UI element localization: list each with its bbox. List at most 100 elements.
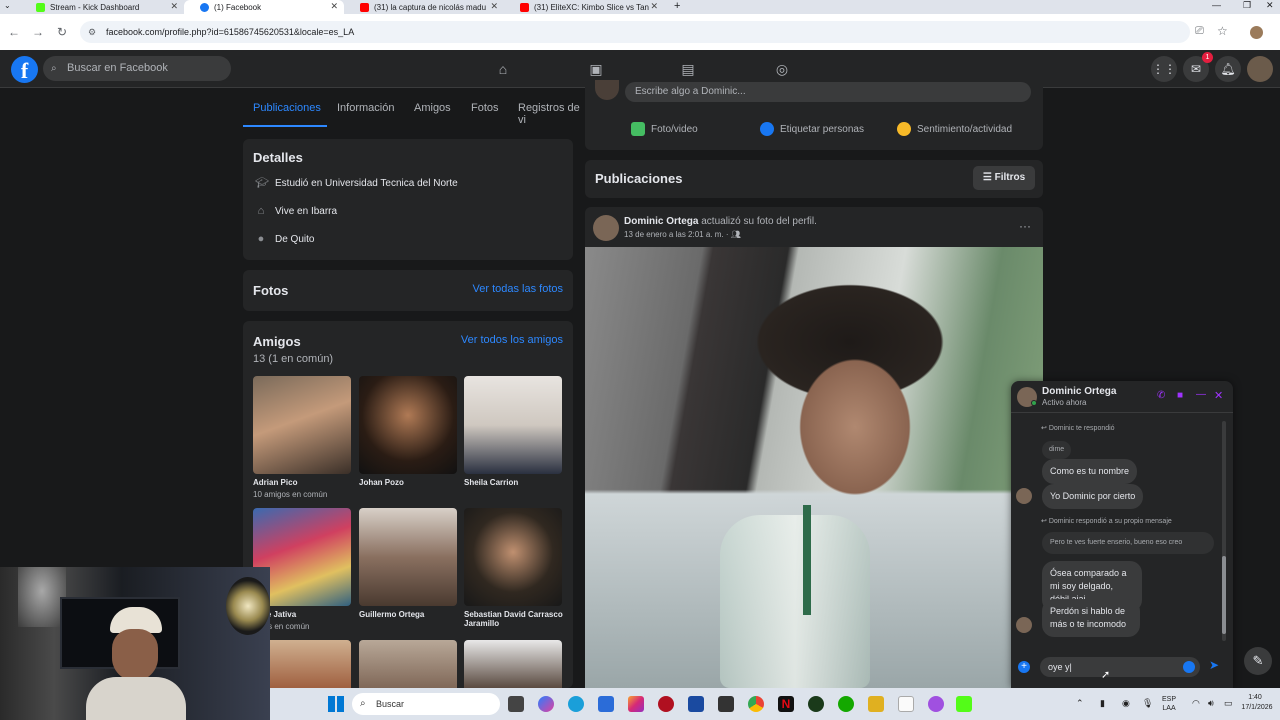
forward-icon[interactable]: →: [26, 25, 50, 39]
battery-icon[interactable]: ▭: [1224, 698, 1233, 709]
close-icon[interactable]: ✕: [330, 1, 338, 12]
tab-youtube-captura[interactable]: (31) la captura de nicolás madu ✕: [344, 0, 504, 14]
app-yellow-icon[interactable]: [868, 696, 884, 712]
copilot-icon[interactable]: [538, 696, 554, 712]
chat-scrollbar-thumb[interactable]: [1222, 556, 1226, 634]
marketplace-icon[interactable]: ▤: [679, 60, 697, 78]
close-icon[interactable]: ✕: [650, 1, 658, 12]
friend-name[interactable]: Adrian Pico: [253, 478, 353, 487]
groups-icon[interactable]: ◎: [773, 60, 791, 78]
friend-photo[interactable]: [359, 640, 457, 688]
close-chat-icon[interactable]: ✕: [1214, 389, 1223, 402]
menu-grid-icon[interactable]: ⋮⋮: [1151, 56, 1177, 82]
detail-text[interactable]: Estudió en Universidad Tecnica del Norte: [275, 178, 458, 189]
filters-button[interactable]: ☰ Filtros: [973, 166, 1035, 190]
taskbar-search-input[interactable]: ⌕ Buscar: [352, 693, 500, 715]
new-message-button[interactable]: ✎: [1244, 647, 1272, 675]
emoji-icon[interactable]: [1183, 661, 1195, 673]
account-avatar[interactable]: [1247, 56, 1273, 82]
url-field[interactable]: ⚙ facebook.com/profile.php?id=6158674562…: [80, 21, 1190, 43]
detail-text[interactable]: Vive en Ibarra: [275, 206, 337, 217]
bookmark-star-icon[interactable]: ☆: [1217, 24, 1228, 38]
detail-text[interactable]: De Quito: [275, 234, 314, 245]
send-icon[interactable]: ➤: [1209, 658, 1219, 672]
edge-icon[interactable]: [568, 696, 584, 712]
composer-input[interactable]: Escribe algo a Dominic...: [625, 82, 1031, 102]
netflix-icon[interactable]: N: [778, 696, 794, 712]
clock-date[interactable]: 17/1/2026: [1238, 704, 1276, 711]
message-bubble[interactable]: Como es tu nombre: [1042, 459, 1138, 484]
facebook-search-input[interactable]: ⌕ Buscar en Facebook: [43, 56, 231, 81]
microphone-icon[interactable]: 🎙︎: [1142, 698, 1153, 709]
site-info-icon[interactable]: ⚙: [88, 21, 96, 43]
facebook-logo[interactable]: f: [11, 56, 38, 83]
friend-photo[interactable]: [359, 508, 457, 606]
tab-facebook[interactable]: (1) Facebook ✕: [184, 0, 344, 14]
browser-profile-avatar[interactable]: [1250, 26, 1263, 39]
minimize-chat-icon[interactable]: —: [1196, 389, 1206, 400]
chat-contact-name[interactable]: Dominic Ortega: [1042, 386, 1116, 397]
tray-chevron-icon[interactable]: ⌃: [1076, 698, 1084, 709]
friend-photo[interactable]: [464, 508, 562, 606]
tray-icon[interactable]: ▮: [1100, 698, 1105, 709]
tag-people-button[interactable]: Etiquetar personas: [760, 122, 864, 136]
volume-icon[interactable]: 🔊︎: [1208, 698, 1214, 709]
tray-icon[interactable]: ◉: [1122, 698, 1130, 709]
restore-icon[interactable]: ❐: [1243, 0, 1251, 11]
app-kick-icon[interactable]: [956, 696, 972, 712]
video-icon[interactable]: ▣: [587, 60, 605, 78]
minimize-icon[interactable]: —: [1212, 0, 1221, 10]
new-tab-button[interactable]: +: [674, 0, 680, 12]
post-date[interactable]: 13 de enero a las 2:01 a. m. ·: [624, 230, 729, 239]
quoted-message[interactable]: Pero te ves fuerte enserio, bueno eso cr…: [1042, 532, 1214, 554]
tab-registros[interactable]: Registros de vi: [518, 102, 585, 126]
profile-photo-image[interactable]: [585, 247, 1043, 688]
friend-photo[interactable]: [464, 640, 562, 688]
task-view-icon[interactable]: [508, 696, 524, 712]
input-language[interactable]: ESP LAA: [1162, 695, 1176, 713]
app-green-icon[interactable]: [808, 696, 824, 712]
close-icon[interactable]: ✕: [170, 1, 178, 12]
post-author[interactable]: Dominic Ortega: [624, 216, 698, 227]
tab-youtube-elitexc[interactable]: (31) EliteXC: Kimbo Slice vs Tan ✕: [504, 0, 664, 14]
app-shield-icon[interactable]: [688, 696, 704, 712]
tab-list-chevron-icon[interactable]: ⌄: [4, 1, 11, 10]
app-upwork-icon[interactable]: [838, 696, 854, 712]
see-all-photos-link[interactable]: Ver todas las fotos: [473, 283, 564, 295]
quoted-message[interactable]: dime: [1042, 441, 1072, 459]
wifi-icon[interactable]: ◠: [1192, 698, 1200, 709]
friend-photo[interactable]: [359, 376, 457, 474]
add-attachment-icon[interactable]: +: [1018, 661, 1030, 673]
friend-photo[interactable]: [464, 376, 562, 474]
friend-name[interactable]: Johan Pozo: [359, 478, 459, 487]
message-bubble[interactable]: Perdón si hablo de más o te incomodo: [1042, 599, 1140, 637]
close-icon[interactable]: ✕: [490, 1, 498, 12]
friend-photo[interactable]: [253, 376, 351, 474]
store-icon[interactable]: [598, 696, 614, 712]
friend-name[interactable]: Guillermo Ortega: [359, 610, 459, 619]
tab-fotos[interactable]: Fotos: [471, 102, 499, 114]
clock-time[interactable]: 1:40: [1238, 694, 1272, 701]
home-icon[interactable]: ⌂: [494, 60, 512, 78]
cast-icon[interactable]: ⎚: [1195, 25, 1204, 38]
friend-name[interactable]: Sebastian David Carrasco Jaramillo: [464, 610, 564, 628]
message-bubble[interactable]: Yo Dominic por cierto: [1042, 484, 1144, 509]
instagram-icon[interactable]: [628, 696, 644, 712]
friend-name[interactable]: Sheila Carrion: [464, 478, 564, 487]
tab-informacion[interactable]: Información: [337, 102, 394, 114]
app-dark-icon[interactable]: [718, 696, 734, 712]
windows-start-icon[interactable]: [328, 696, 344, 712]
back-icon[interactable]: ←: [2, 25, 26, 39]
phone-icon[interactable]: ✆: [1157, 390, 1165, 401]
app-red-icon[interactable]: [658, 696, 674, 712]
close-window-icon[interactable]: ✕: [1266, 0, 1274, 11]
file-icon[interactable]: [898, 696, 914, 712]
video-call-icon[interactable]: ■: [1177, 390, 1183, 401]
see-all-friends-link[interactable]: Ver todos los amigos: [461, 334, 563, 346]
notifications-bell-icon[interactable]: 🔔︎: [1215, 56, 1241, 82]
tab-kick-dashboard[interactable]: Stream - Kick Dashboard ✕: [20, 0, 184, 14]
tab-amigos[interactable]: Amigos: [414, 102, 451, 114]
post-more-button[interactable]: ···: [1019, 219, 1031, 233]
chrome-icon[interactable]: [748, 696, 764, 712]
post-author-avatar[interactable]: [593, 215, 619, 241]
